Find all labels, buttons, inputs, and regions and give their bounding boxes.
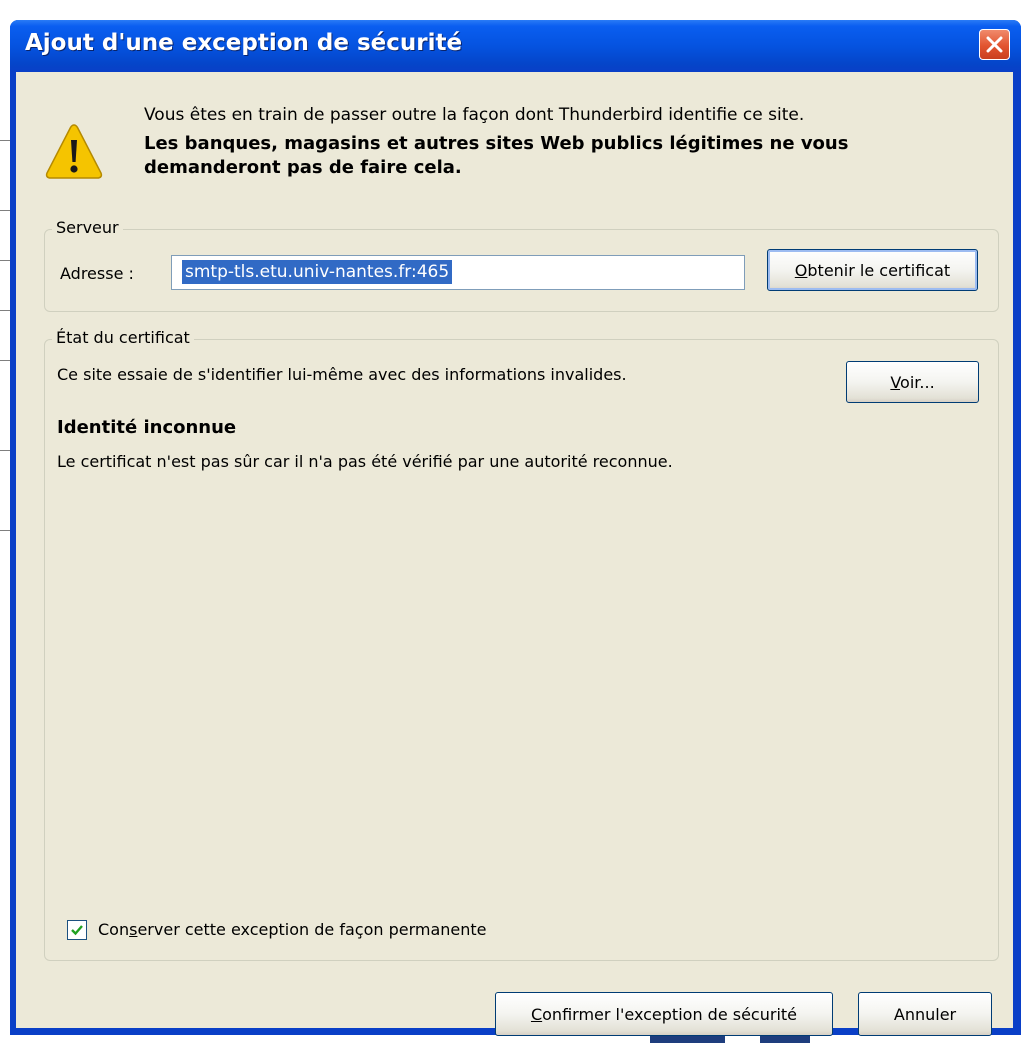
get-certificate-button[interactable]: Obtenir le certificat: [767, 249, 978, 291]
dialog-title: Ajout d'une exception de sécurité: [25, 30, 463, 56]
identity-detail: Le certificat n'est pas sûr car il n'a p…: [57, 452, 673, 471]
address-value: smtp-tls.etu.univ-nantes.fr:465: [182, 260, 453, 284]
intro-text: Vous êtes en train de passer outre la fa…: [144, 105, 805, 125]
background-left-edge: [0, 0, 10, 1043]
cancel-label: Annuler: [893, 1004, 957, 1024]
permanent-checkbox[interactable]: [67, 920, 87, 940]
permanent-label-post: erver cette exception de façon permanent…: [137, 920, 487, 939]
confirm-accel: C: [530, 1004, 543, 1024]
warning-text: Les banques, magasins et autres sites We…: [144, 133, 849, 178]
permanent-label-pre: Con: [98, 920, 130, 939]
get-certificate-label: btenir le certificat: [807, 260, 951, 280]
cancel-button[interactable]: Annuler: [858, 992, 992, 1036]
server-group-legend: Serveur: [52, 218, 123, 237]
title-bar[interactable]: Ajout d'une exception de sécurité: [10, 20, 1021, 72]
warning-icon: [44, 122, 104, 182]
permanent-checkbox-label[interactable]: Conserver cette exception de façon perma…: [98, 920, 487, 939]
security-exception-dialog: Ajout d'une exception de sécurité Vous ê…: [10, 20, 1021, 1036]
dialog-body: Vous êtes en train de passer outre la fa…: [16, 72, 1013, 1036]
view-label: oir...: [900, 372, 935, 392]
address-input[interactable]: smtp-tls.etu.univ-nantes.fr:465: [171, 255, 745, 290]
address-label: Adresse :: [60, 264, 134, 283]
view-accel: V: [890, 372, 901, 392]
identity-heading: Identité inconnue: [57, 417, 237, 438]
view-button[interactable]: Voir...: [846, 361, 979, 403]
confirm-label: onfirmer l'exception de sécurité: [542, 1004, 798, 1024]
close-button[interactable]: [979, 29, 1010, 60]
cert-status-text: Ce site essaie de s'identifier lui-même …: [57, 365, 627, 384]
confirm-exception-button[interactable]: Confirmer l'exception de sécurité: [495, 992, 833, 1036]
background-strip: [0, 0, 1021, 10]
get-certificate-accel: O: [794, 260, 808, 280]
cert-status-legend: État du certificat: [52, 328, 194, 347]
